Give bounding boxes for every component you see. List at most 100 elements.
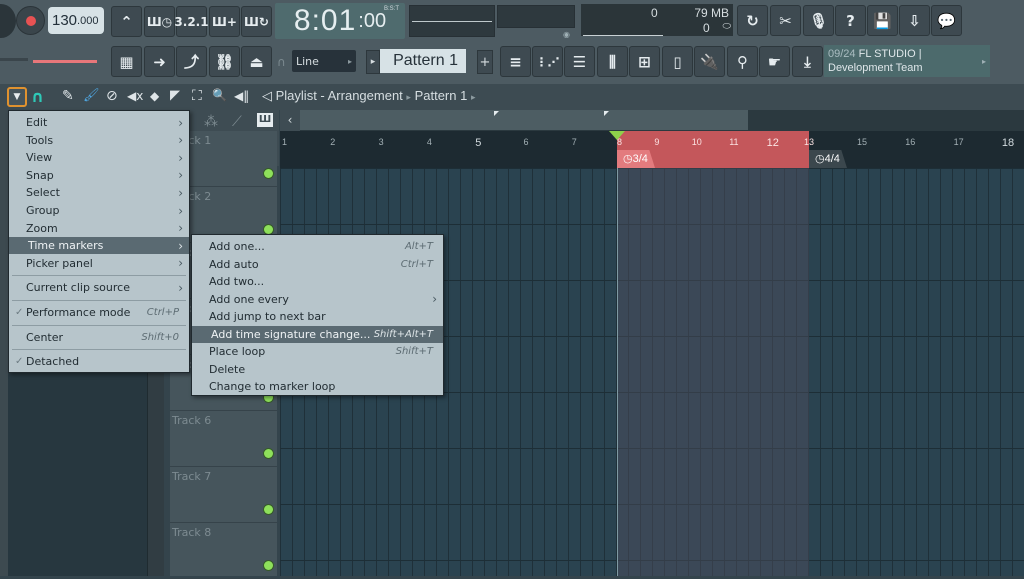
arrow-button[interactable]: ➜ [144,46,175,77]
piano-roll-button[interactable]: ⋮⋰ [532,46,563,77]
time-signature-marker[interactable]: ◷3/4 [617,150,655,168]
polyphony-value: 0 [703,21,710,35]
track-mute-led[interactable] [264,505,273,514]
track-mute-led[interactable] [264,449,273,458]
link-button[interactable]: ⛓ [209,46,240,77]
piano-icon[interactable]: Ш [257,113,273,127]
playlist-menu-button[interactable]: ▼ [7,87,27,107]
scrollbar-thumb[interactable] [300,110,748,130]
menu-item[interactable]: Delete [192,361,443,378]
edison-button[interactable]: ✂ [770,5,801,36]
scroll-left-button[interactable]: ‹ [280,110,300,131]
help-button[interactable]: ? [835,5,866,36]
time-mode: B:S:T [383,6,399,12]
time-main: 8:01 [293,4,357,37]
project-button[interactable]: ▯ [662,46,693,77]
menu-item[interactable]: Tools › [9,132,189,149]
download-button[interactable]: ⤓ [792,46,823,77]
zoom-icon[interactable]: 🔍 [212,88,227,102]
delete-tool-icon[interactable]: ⊘ [106,88,118,104]
tempo-field[interactable]: 130.000 [48,7,104,34]
menu-shortcut: Shift+0 [141,331,179,343]
ruler-bar-label: 10 [691,137,702,147]
undo-button[interactable]: ↻ [737,5,768,36]
link-icon: ⛓ [214,52,235,71]
menu-item[interactable]: Group › [9,202,189,219]
hand-icon: ☛ [767,52,782,71]
menu-item[interactable]: Center Shift+0 [9,329,189,346]
select-icon[interactable]: ⛶ [192,88,202,104]
menu-item[interactable]: ✓ Detached [9,353,189,370]
breadcrumb-separator: ▸ [406,92,411,102]
pencil-icon[interactable]: ✎ [62,88,74,104]
loop-record-button[interactable]: Ш↻ [241,6,272,37]
ruler-bar-label: 12 [766,137,779,149]
hand-button[interactable]: ☛ [759,46,790,77]
time-signature-marker[interactable]: ◷4/4 [809,150,847,168]
step-sequencer-button[interactable]: ▦ [111,46,142,77]
touch-controller-button[interactable]: ⚲ [727,46,758,77]
blend-notes-button[interactable]: Ш+ [209,6,240,37]
slip-icon[interactable]: ◆ [150,89,159,103]
countdown-button[interactable]: 3.2.1 [174,6,209,37]
track-mute-led[interactable] [264,561,273,570]
menu-item[interactable]: Add jump to next bar [192,308,443,325]
step-edit-button[interactable]: ⤴ [176,46,207,77]
save-button[interactable]: 💾 [867,5,898,36]
slice-icon[interactable]: ◤ [170,88,180,103]
master-pitch-slider[interactable] [33,60,97,63]
snap-select[interactable]: Line ▸ [292,50,356,72]
brush-icon[interactable]: 🖌 [83,88,100,103]
export-button[interactable]: ⇩ [899,5,930,36]
audio-wave-icon[interactable]: ⁂ [204,114,218,130]
playback-icon[interactable]: ◀‖ [234,89,249,103]
breadcrumb-pattern[interactable]: Pattern 1 [415,88,468,103]
track-header[interactable]: Track 8 [170,523,277,579]
menu-item[interactable]: Place loop Shift+T [192,343,443,360]
menu-item-label: Add one every [209,292,289,306]
menu-item[interactable]: Snap › [9,167,189,184]
add-pattern-button[interactable]: + [477,50,493,74]
menu-item[interactable]: Add two... [192,273,443,290]
menu-item[interactable]: Picker panel › [9,255,189,272]
menu-item[interactable]: ✓ Performance mode Ctrl+P [9,304,189,321]
menu-item[interactable]: Add one every › [192,291,443,308]
plugin-database-button[interactable]: 🔌 [694,46,725,77]
chat-button[interactable]: 💬 [931,5,962,36]
metronome-button[interactable]: ⌃ [111,6,142,37]
wait-for-input-button[interactable]: Ш◷ [144,6,175,37]
menu-item-label: Edit [26,116,48,129]
track-mute-led[interactable] [264,169,273,178]
mute-tool-icon[interactable]: ◀x [127,89,143,103]
magnet-icon[interactable]: ∩ [31,87,44,106]
menu-item[interactable]: Time markers › [9,237,189,255]
record-audio-button[interactable]: 🎙 [803,5,834,36]
track-header[interactable]: Track 7 [170,467,277,523]
menu-item[interactable]: Add time signature change... Shift+Alt+T [192,325,443,343]
chevron-right-icon: › [178,238,183,253]
record-button[interactable] [16,6,45,35]
pattern-selector[interactable]: Pattern 1 [380,49,466,73]
track-header[interactable]: Track 6 [170,411,277,467]
song-position-display[interactable]: 8:01:00 B:S:T [275,3,405,39]
knob-button[interactable]: ⏏ [241,46,272,77]
menu-item[interactable]: Change to marker loop [192,378,443,395]
menu-item[interactable]: Select › [9,184,189,201]
track-mute-led[interactable] [264,225,273,234]
menu-item[interactable]: Zoom › [9,220,189,237]
menu-item[interactable]: Edit › [9,114,189,131]
panic-icon[interactable]: ⬭ [722,21,731,32]
mixer-button[interactable]: ⫼ [597,46,628,77]
news-panel[interactable]: 09/24 FL STUDIO | Development Team ▸ [824,45,990,77]
menu-item[interactable]: Current clip source › [9,279,189,296]
menu-item[interactable]: View › [9,149,189,166]
channel-rack-button[interactable]: ☰ [564,46,595,77]
menu-item-label: Add two... [209,275,265,288]
automation-icon[interactable]: ⟋ [232,114,242,130]
pattern-prev-button[interactable]: ▸ [366,50,380,74]
browser-button[interactable]: ⊞ [629,46,660,77]
clock-icon: ◷ [623,153,633,165]
menu-item[interactable]: Add auto Ctrl+T [192,256,443,273]
menu-item[interactable]: Add one... Alt+T [192,238,443,255]
playlist-button[interactable]: ≡ [500,46,531,77]
